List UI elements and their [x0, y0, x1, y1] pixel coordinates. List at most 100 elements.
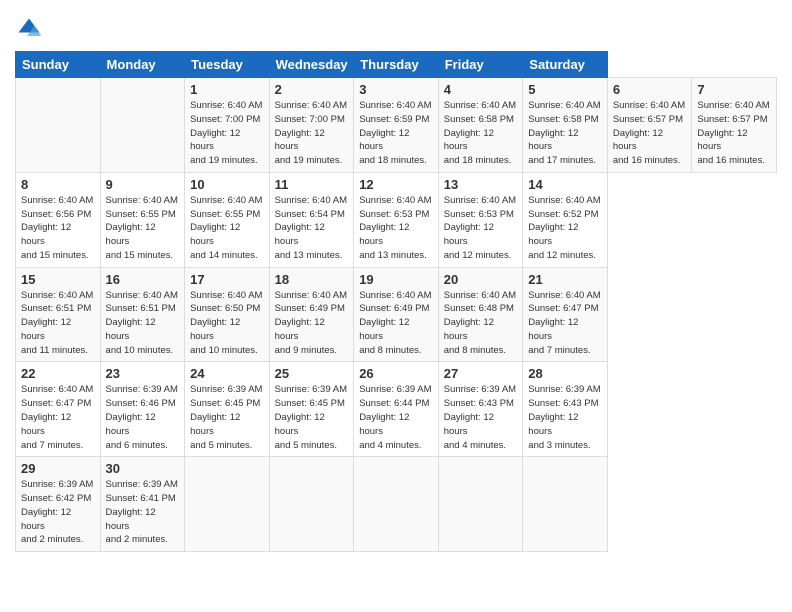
logo-icon	[15, 15, 43, 43]
day-cell-8: 8Sunrise: 6:40 AM Sunset: 6:56 PM Daylig…	[16, 172, 101, 267]
day-cell-14: 14 Sunrise: 6:40 AM Sunset: 6:52 PM Dayli…	[523, 172, 608, 267]
day-cell-16: 16 Sunrise: 6:40 AM Sunset: 6:51 PM Dayli…	[100, 267, 185, 362]
weekday-header-wednesday: Wednesday	[269, 52, 354, 78]
day-info: Sunrise: 6:39 AM Sunset: 6:41 PM Dayligh…	[106, 478, 180, 547]
page-container: SundayMondayTuesdayWednesdayThursdayFrid…	[0, 0, 792, 562]
empty-cell	[16, 78, 101, 173]
day-number: 28	[528, 366, 602, 381]
day-info: Sunrise: 6:40 AM Sunset: 6:51 PM Dayligh…	[106, 289, 180, 358]
day-cell-13: 13Sunrise: 6:40 AM Sunset: 6:53 PM Dayli…	[438, 172, 523, 267]
day-number: 16	[106, 272, 180, 287]
day-cell-19: 19 Sunrise: 6:40 AM Sunset: 6:49 PM Dayli…	[354, 267, 439, 362]
day-number: 27	[444, 366, 518, 381]
logo	[15, 15, 47, 43]
day-number: 24	[190, 366, 264, 381]
day-cell-9: 9 Sunrise: 6:40 AM Sunset: 6:55 PM Daylig…	[100, 172, 185, 267]
day-cell-21: 21 Sunrise: 6:40 AM Sunset: 6:47 PM Dayli…	[523, 267, 608, 362]
day-cell-24: 24 Sunrise: 6:39 AM Sunset: 6:45 PM Dayli…	[185, 362, 270, 457]
week-row-5: 29Sunrise: 6:39 AM Sunset: 6:42 PM Dayli…	[16, 457, 777, 552]
calendar-table: SundayMondayTuesdayWednesdayThursdayFrid…	[15, 51, 777, 552]
day-info: Sunrise: 6:40 AM Sunset: 6:56 PM Dayligh…	[21, 194, 95, 263]
day-info: Sunrise: 6:40 AM Sunset: 7:00 PM Dayligh…	[190, 99, 264, 168]
day-number: 20	[444, 272, 518, 287]
day-cell-1: 1 Sunrise: 6:40 AM Sunset: 7:00 PM Daylig…	[185, 78, 270, 173]
day-cell-25: 25 Sunrise: 6:39 AM Sunset: 6:45 PM Dayli…	[269, 362, 354, 457]
day-cell-29: 29Sunrise: 6:39 AM Sunset: 6:42 PM Dayli…	[16, 457, 101, 552]
week-row-4: 22 Sunrise: 6:40 AM Sunset: 6:47 PM Dayli…	[16, 362, 777, 457]
day-number: 19	[359, 272, 433, 287]
week-row-3: 15Sunrise: 6:40 AM Sunset: 6:51 PM Dayli…	[16, 267, 777, 362]
day-number: 9	[106, 177, 180, 192]
weekday-header-saturday: Saturday	[523, 52, 608, 78]
day-info: Sunrise: 6:40 AM Sunset: 6:57 PM Dayligh…	[697, 99, 771, 168]
day-cell-12: 12 Sunrise: 6:40 AM Sunset: 6:53 PM Dayli…	[354, 172, 439, 267]
day-number: 1	[190, 82, 264, 97]
day-cell-11: 11 Sunrise: 6:40 AM Sunset: 6:54 PM Dayli…	[269, 172, 354, 267]
day-info: Sunrise: 6:39 AM Sunset: 6:44 PM Dayligh…	[359, 383, 433, 452]
day-info: Sunrise: 6:39 AM Sunset: 6:45 PM Dayligh…	[275, 383, 349, 452]
day-info: Sunrise: 6:39 AM Sunset: 6:46 PM Dayligh…	[106, 383, 180, 452]
empty-cell	[185, 457, 270, 552]
day-info: Sunrise: 6:40 AM Sunset: 6:52 PM Dayligh…	[528, 194, 602, 263]
day-info: Sunrise: 6:40 AM Sunset: 6:59 PM Dayligh…	[359, 99, 433, 168]
day-number: 10	[190, 177, 264, 192]
day-info: Sunrise: 6:40 AM Sunset: 6:55 PM Dayligh…	[190, 194, 264, 263]
day-info: Sunrise: 6:40 AM Sunset: 6:53 PM Dayligh…	[444, 194, 518, 263]
weekday-header-row: SundayMondayTuesdayWednesdayThursdayFrid…	[16, 52, 777, 78]
day-number: 29	[21, 461, 95, 476]
empty-cell	[438, 457, 523, 552]
weekday-header-sunday: Sunday	[16, 52, 101, 78]
day-info: Sunrise: 6:40 AM Sunset: 6:50 PM Dayligh…	[190, 289, 264, 358]
day-number: 17	[190, 272, 264, 287]
empty-cell	[523, 457, 608, 552]
day-info: Sunrise: 6:40 AM Sunset: 6:54 PM Dayligh…	[275, 194, 349, 263]
weekday-header-tuesday: Tuesday	[185, 52, 270, 78]
day-info: Sunrise: 6:40 AM Sunset: 6:51 PM Dayligh…	[21, 289, 95, 358]
day-number: 3	[359, 82, 433, 97]
day-info: Sunrise: 6:40 AM Sunset: 6:49 PM Dayligh…	[359, 289, 433, 358]
day-number: 18	[275, 272, 349, 287]
day-info: Sunrise: 6:40 AM Sunset: 6:58 PM Dayligh…	[528, 99, 602, 168]
header-row	[15, 15, 777, 43]
day-cell-10: 10 Sunrise: 6:40 AM Sunset: 6:55 PM Dayli…	[185, 172, 270, 267]
day-number: 11	[275, 177, 349, 192]
day-number: 25	[275, 366, 349, 381]
day-cell-17: 17 Sunrise: 6:40 AM Sunset: 6:50 PM Dayli…	[185, 267, 270, 362]
day-cell-27: 27 Sunrise: 6:39 AM Sunset: 6:43 PM Dayli…	[438, 362, 523, 457]
day-cell-30: 30 Sunrise: 6:39 AM Sunset: 6:41 PM Dayli…	[100, 457, 185, 552]
day-info: Sunrise: 6:40 AM Sunset: 6:48 PM Dayligh…	[444, 289, 518, 358]
week-row-1: 1 Sunrise: 6:40 AM Sunset: 7:00 PM Daylig…	[16, 78, 777, 173]
day-cell-23: 23Sunrise: 6:39 AM Sunset: 6:46 PM Dayli…	[100, 362, 185, 457]
day-info: Sunrise: 6:40 AM Sunset: 6:53 PM Dayligh…	[359, 194, 433, 263]
day-cell-7: 7 Sunrise: 6:40 AM Sunset: 6:57 PM Daylig…	[692, 78, 777, 173]
weekday-header-monday: Monday	[100, 52, 185, 78]
day-cell-28: 28 Sunrise: 6:39 AM Sunset: 6:43 PM Dayli…	[523, 362, 608, 457]
day-cell-15: 15Sunrise: 6:40 AM Sunset: 6:51 PM Dayli…	[16, 267, 101, 362]
day-info: Sunrise: 6:40 AM Sunset: 6:47 PM Dayligh…	[21, 383, 95, 452]
day-number: 4	[444, 82, 518, 97]
day-cell-3: 3 Sunrise: 6:40 AM Sunset: 6:59 PM Daylig…	[354, 78, 439, 173]
day-number: 14	[528, 177, 602, 192]
day-info: Sunrise: 6:40 AM Sunset: 6:55 PM Dayligh…	[106, 194, 180, 263]
empty-cell	[354, 457, 439, 552]
day-cell-20: 20 Sunrise: 6:40 AM Sunset: 6:48 PM Dayli…	[438, 267, 523, 362]
day-info: Sunrise: 6:39 AM Sunset: 6:43 PM Dayligh…	[528, 383, 602, 452]
day-number: 30	[106, 461, 180, 476]
day-cell-2: 2Sunrise: 6:40 AM Sunset: 7:00 PM Daylig…	[269, 78, 354, 173]
day-number: 21	[528, 272, 602, 287]
day-info: Sunrise: 6:40 AM Sunset: 6:58 PM Dayligh…	[444, 99, 518, 168]
day-info: Sunrise: 6:39 AM Sunset: 6:45 PM Dayligh…	[190, 383, 264, 452]
day-cell-18: 18 Sunrise: 6:40 AM Sunset: 6:49 PM Dayli…	[269, 267, 354, 362]
day-info: Sunrise: 6:39 AM Sunset: 6:43 PM Dayligh…	[444, 383, 518, 452]
day-number: 7	[697, 82, 771, 97]
day-cell-22: 22 Sunrise: 6:40 AM Sunset: 6:47 PM Dayli…	[16, 362, 101, 457]
day-info: Sunrise: 6:40 AM Sunset: 6:47 PM Dayligh…	[528, 289, 602, 358]
day-info: Sunrise: 6:40 AM Sunset: 6:57 PM Dayligh…	[613, 99, 687, 168]
weekday-header-friday: Friday	[438, 52, 523, 78]
day-number: 22	[21, 366, 95, 381]
day-info: Sunrise: 6:40 AM Sunset: 7:00 PM Dayligh…	[275, 99, 349, 168]
day-number: 26	[359, 366, 433, 381]
day-info: Sunrise: 6:40 AM Sunset: 6:49 PM Dayligh…	[275, 289, 349, 358]
day-number: 12	[359, 177, 433, 192]
day-cell-26: 26 Sunrise: 6:39 AM Sunset: 6:44 PM Dayli…	[354, 362, 439, 457]
